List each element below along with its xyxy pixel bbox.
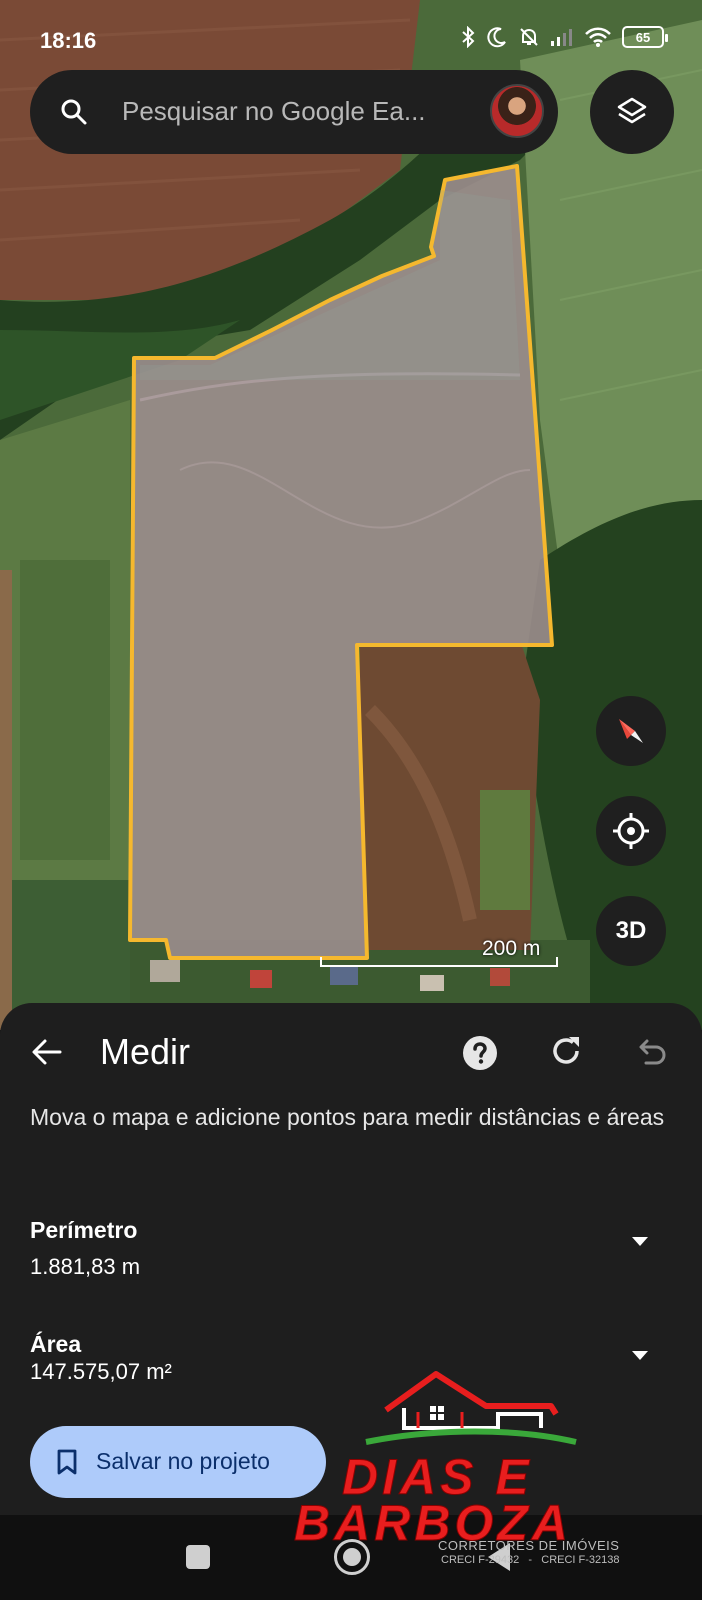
search-icon[interactable]	[60, 98, 88, 126]
layers-icon	[617, 97, 647, 124]
help-icon[interactable]	[462, 1035, 498, 1071]
search-input[interactable]: Pesquisar no Google Ea...	[122, 96, 426, 127]
battery-icon: 65	[622, 26, 668, 48]
logo-creci: CRECI F-29432 - CRECI F-32138	[441, 1554, 620, 1566]
sheet-header: Medir	[0, 1003, 702, 1099]
status-time: 18:16	[40, 28, 97, 53]
scale-bar: 200 m	[320, 935, 558, 971]
bluetooth-icon	[462, 26, 475, 48]
status-icons: 65	[460, 26, 668, 48]
satellite-map[interactable]	[0, 0, 702, 1030]
battery-level: 65	[635, 29, 651, 45]
logo-subtitle: CORRETORES DE IMÓVEIS	[438, 1538, 620, 1553]
layers-button[interactable]	[590, 70, 674, 154]
wifi-icon	[585, 27, 611, 47]
sheet-description: Mova o mapa e adicione pontos para medir…	[30, 1104, 665, 1130]
house-logo-icon	[365, 1371, 577, 1445]
signal-icon	[551, 29, 572, 46]
bell-off-icon	[520, 28, 538, 46]
save-to-project-button[interactable]: Salvar no projeto	[30, 1426, 326, 1498]
sheet-title: Medir	[100, 1031, 191, 1072]
search-bar[interactable]: Pesquisar no Google Ea...	[30, 70, 558, 154]
perimeter-row[interactable]: Perímetro 1.881,83 m	[30, 1217, 670, 1280]
area-label: Área	[30, 1331, 82, 1357]
satellite-imagery	[0, 0, 702, 1030]
watermark-logo: DIAS E BARBOZA CORRETORES DE IMÓVEIS CRE…	[286, 1370, 646, 1570]
undo-icon[interactable]	[634, 1035, 668, 1069]
refresh-icon[interactable]	[548, 1033, 584, 1069]
bookmark-icon	[57, 1449, 77, 1475]
status-bar: 18:16 65	[0, 22, 702, 62]
perimeter-value: 1.881,83 m	[30, 1254, 141, 1279]
moon-icon	[487, 27, 506, 48]
avatar[interactable]	[490, 84, 544, 138]
compass-icon	[619, 719, 643, 743]
my-location-button[interactable]	[596, 796, 666, 866]
perimeter-label: Perímetro	[30, 1217, 138, 1243]
back-arrow-icon[interactable]	[30, 1035, 64, 1069]
chevron-down-icon[interactable]	[630, 1235, 650, 1247]
compass-button[interactable]	[596, 696, 666, 766]
3d-button[interactable]: 3D	[596, 896, 666, 966]
my-location-icon	[613, 813, 649, 849]
recents-button[interactable]	[186, 1545, 210, 1569]
save-label: Salvar no projeto	[96, 1448, 270, 1474]
scale-line	[320, 957, 558, 967]
